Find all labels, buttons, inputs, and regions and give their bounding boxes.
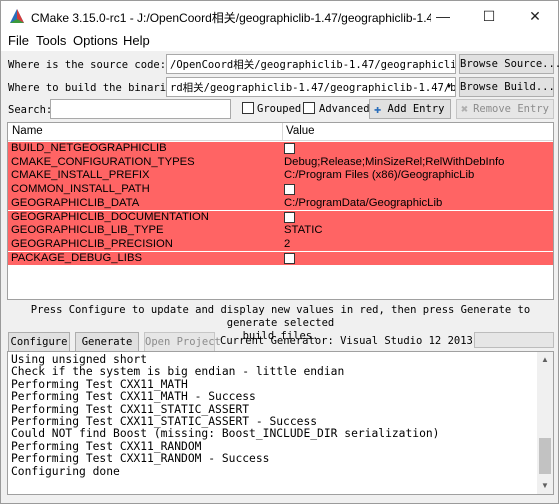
maximize-button[interactable]: ☐ [466,1,512,31]
menu-help[interactable]: Help [123,33,150,48]
cache-table[interactable]: Name Value BUILD_NETGEOGRAPHICLIB CMAKE_C… [7,122,554,300]
generate-button[interactable]: Generate [75,332,139,352]
cache-entry-value[interactable]: Debug;Release;MinSizeRel;RelWithDebInfo [284,156,504,170]
cache-entry-checkbox[interactable] [284,143,295,154]
cache-entry-name: GEOGRAPHICLIB_LIB_TYPE [11,224,164,237]
remove-entry-button: ✖ Remove Entry [456,99,554,119]
cache-entry-name: COMMON_INSTALL_PATH [11,183,150,196]
table-row[interactable]: GEOGRAPHICLIB_PRECISION 2 [8,237,553,252]
source-label: Where is the source code: [8,59,167,71]
browse-source-button[interactable]: Browse Source... [459,54,559,74]
column-value-header[interactable]: Value [286,125,315,137]
table-row[interactable]: COMMON_INSTALL_PATH [8,183,553,197]
open-project-button: Open Project [144,332,221,352]
output-line: Performing Test CXX11_MATH - Success [11,390,256,404]
cache-entry-name: GEOGRAPHICLIB_DATA [11,196,140,209]
cache-entry-name: BUILD_NETGEOGRAPHICLIB [11,142,167,154]
source-path-input[interactable]: /OpenCoord相关/geographiclib-1.47/geograph… [166,54,456,74]
menu-options[interactable]: Options [73,33,118,48]
table-row[interactable]: CMAKE_CONFIGURATION_TYPES Debug;Release;M… [8,155,553,170]
output-scrollbar[interactable]: ▲ ▼ [537,352,553,494]
menu-bar: File Tools Options Help [1,31,558,51]
cache-entry-name: GEOGRAPHICLIB_PRECISION [11,237,173,250]
column-name-header[interactable]: Name [12,125,43,137]
close-button[interactable]: ✕ [512,1,558,31]
cmake-window: CMake 3.15.0-rc1 - J:/OpenCoord相关/geogra… [0,0,559,504]
remove-icon: ✖ [461,102,469,116]
plus-icon: ✚ [374,102,382,116]
cache-entry-checkbox[interactable] [284,211,295,223]
minimize-button[interactable]: — [420,1,466,31]
build-label: Where to build the binaries: [8,82,186,94]
cache-entry-name: PACKAGE_DEBUG_LIBS [11,251,143,264]
table-header: Name Value [8,123,553,141]
cache-entry-value[interactable]: STATIC [284,224,323,238]
configure-button[interactable]: Configure [8,332,70,352]
cmake-logo-icon [9,8,25,24]
cache-entry-name: CMAKE_CONFIGURATION_TYPES [11,155,195,168]
chevron-down-icon[interactable]: ▾ [446,81,452,92]
cache-entry-checkbox[interactable] [284,252,295,264]
column-separator [282,123,283,141]
output-line: Performing Test CXX11_RANDOM - Success [11,452,270,466]
hint-line-1: Press Configure to update and display ne… [30,304,531,329]
window-title: CMake 3.15.0-rc1 - J:/OpenCoord相关/geogra… [31,11,431,25]
output-line: Check if the system is big endian - litt… [11,365,345,379]
cache-entry-name: GEOGRAPHICLIB_DOCUMENTATION [11,210,209,223]
search-label: Search: [8,104,53,116]
scroll-up-arrow-icon[interactable]: ▲ [537,352,553,368]
output-line: Could NOT find Boost (missing: Boost_INC… [11,427,440,441]
cache-entry-checkbox[interactable] [284,184,295,196]
table-row[interactable]: GEOGRAPHICLIB_DOCUMENTATION [8,210,553,225]
output-line: Configuring done [11,464,120,478]
scroll-down-arrow-icon[interactable]: ▼ [537,478,553,494]
add-entry-label: Add Entry [387,103,445,115]
output-log[interactable]: Using unsigned short Check if the system … [7,351,554,495]
table-row[interactable]: PACKAGE_DEBUG_LIBS [8,251,553,266]
cache-entry-value[interactable]: 2 [284,238,290,252]
grouped-checkbox[interactable] [242,102,254,114]
table-row[interactable]: BUILD_NETGEOGRAPHICLIB [8,142,553,156]
build-path-value: rd相关/geographiclib-1.47/geographiclib-1.… [170,82,456,94]
remove-entry-label: Remove Entry [473,103,549,115]
advanced-label: Advanced [319,103,370,115]
table-row[interactable]: GEOGRAPHICLIB_DATA C:/ProgramData/Geograp… [8,196,553,211]
browse-build-button[interactable]: Browse Build... [459,77,555,97]
table-row[interactable]: CMAKE_INSTALL_PREFIX C:/Program Files (x8… [8,169,553,183]
build-path-combo[interactable]: rd相关/geographiclib-1.47/geographiclib-1.… [166,77,456,97]
add-entry-button[interactable]: ✚ Add Entry [369,99,451,119]
menu-tools[interactable]: Tools [36,33,66,48]
menu-file[interactable]: File [8,33,29,48]
table-row[interactable]: GEOGRAPHICLIB_LIB_TYPE STATIC [8,224,553,238]
title-bar: CMake 3.15.0-rc1 - J:/OpenCoord相关/geogra… [1,1,558,31]
cache-entry-value[interactable]: C:/ProgramData/GeographicLib [284,197,442,211]
grouped-label: Grouped [257,103,302,115]
search-input[interactable] [50,99,231,119]
progress-bar [474,332,554,348]
current-generator: Current Generator: Visual Studio 12 2013 [220,335,473,347]
cache-entry-name: CMAKE_INSTALL_PREFIX [11,169,150,182]
scroll-thumb[interactable] [539,438,551,474]
cache-entry-value[interactable]: C:/Program Files (x86)/GeographicLib [284,169,474,183]
advanced-checkbox[interactable] [303,102,315,114]
